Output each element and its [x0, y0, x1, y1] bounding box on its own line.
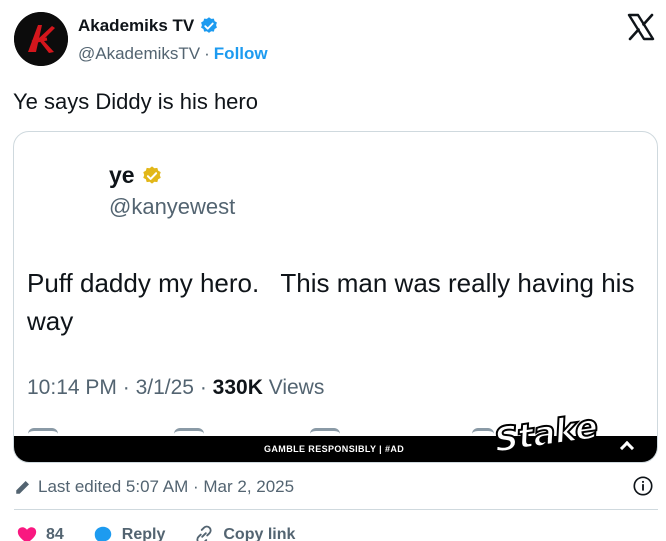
separator: · [204, 44, 210, 63]
embedded-tweet-image[interactable]: ye @kanyewest Puff daddy my hero. This m… [13, 131, 658, 463]
verified-badge-icon [201, 17, 218, 33]
embedded-tweet-meta: 10:14 PM · 3/1/25 · 330K Views [27, 376, 324, 400]
like-count: 84 [46, 526, 64, 541]
info-icon[interactable] [632, 475, 654, 497]
last-edited-text: Last edited 5:07 AM · Mar 2, 2025 [38, 477, 295, 496]
embedded-date: 3/1/25 [135, 376, 194, 399]
copy-link-label: Copy link [223, 526, 296, 541]
tweet-text: Ye says Diddy is his hero [13, 89, 258, 114]
pencil-icon [16, 481, 29, 494]
reply-icon [28, 428, 58, 436]
avatar-logo-icon [14, 12, 68, 66]
meta-dot: · [199, 376, 207, 399]
follow-button[interactable]: Follow [214, 44, 268, 64]
last-edited[interactable]: Last edited 5:07 AM · Mar 2, 2025 [14, 477, 294, 497]
avatar[interactable] [14, 12, 68, 66]
gold-badge-icon [142, 165, 161, 184]
embedded-name-row: ye [109, 162, 163, 189]
link-icon [196, 525, 212, 541]
embedded-views-label: Views [268, 376, 325, 399]
reply-button[interactable]: Reply [92, 524, 166, 541]
reply-icon [94, 526, 112, 541]
meta-dot: · [122, 376, 130, 399]
action-bar: 84 Reply Copy link [16, 524, 323, 541]
embedded-author-handle: @kanyewest [109, 194, 236, 219]
like-button[interactable]: 84 [16, 524, 64, 541]
copy-link-button[interactable]: Copy link [193, 524, 295, 541]
ad-text: GAMBLE RESPONSIBLY | #AD [264, 444, 405, 454]
author-handle[interactable]: @AkademiksTV [78, 44, 200, 64]
reply-label: Reply [121, 526, 166, 541]
like-icon [310, 428, 340, 436]
repost-icon [174, 428, 204, 436]
embedded-views-count: 330K [212, 376, 263, 399]
author-name-row: Akademiks TV [78, 16, 219, 36]
divider [14, 509, 658, 510]
author-handle-row: @AkademiksTV · Follow [78, 44, 268, 64]
embedded-time: 10:14 PM [27, 376, 117, 399]
bookmark-icon [472, 428, 494, 436]
chevron-up-icon [619, 440, 635, 456]
author-name[interactable]: Akademiks TV [78, 16, 194, 36]
embedded-author-name: ye [109, 162, 135, 188]
embedded-tweet-body: Puff daddy my hero. This man was really … [27, 268, 642, 336]
tweet-header: Akademiks TV @AkademiksTV · Follow [14, 12, 658, 68]
x-logo-icon[interactable] [626, 12, 656, 42]
heart-icon [17, 527, 37, 541]
